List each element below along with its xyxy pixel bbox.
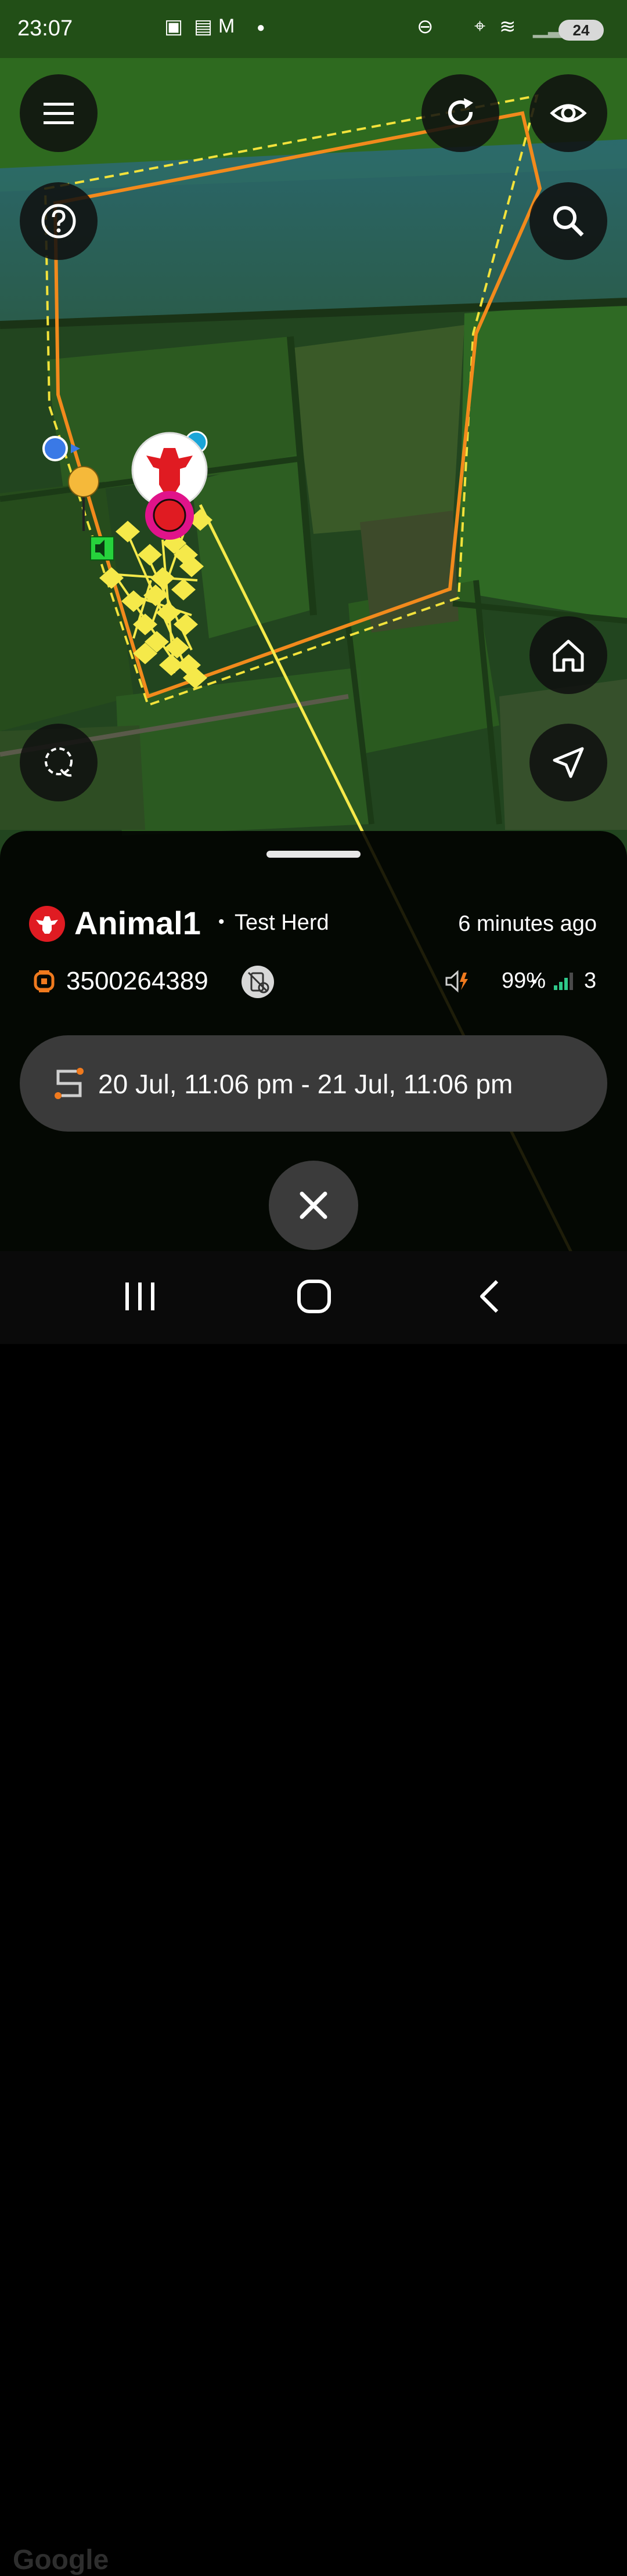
- home-nav-button[interactable]: [297, 1279, 331, 1314]
- signal-strength-icon: [553, 970, 576, 991]
- last-seen: 6 minutes ago: [458, 912, 597, 936]
- name-separator: •: [218, 912, 225, 931]
- gmail-icon: M: [218, 15, 235, 37]
- sound-charge-icon: [445, 969, 470, 993]
- battery-level: 24: [572, 21, 590, 39]
- eye-icon: [550, 104, 587, 122]
- cow-icon: [29, 906, 65, 942]
- close-button[interactable]: [269, 1161, 358, 1250]
- home-button[interactable]: [529, 616, 607, 694]
- status-bar: 23:07 ▣ ▤ M ● ⊖ ⌖ ≋ ▁▂▃ 24: [0, 0, 627, 58]
- visibility-button[interactable]: [529, 74, 607, 152]
- date-range-label: 20 Jul, 11:06 pm - 21 Jul, 11:06 pm: [98, 1069, 513, 1099]
- refresh-button[interactable]: [421, 74, 499, 152]
- device-icon: [33, 969, 56, 993]
- route-icon: [52, 1067, 86, 1100]
- device-unlink-icon[interactable]: [242, 966, 274, 998]
- lasso-select-button[interactable]: [20, 724, 98, 801]
- search-icon: [553, 206, 584, 237]
- status-time: 23:07: [17, 16, 73, 41]
- system-nav-bar: Google: [0, 1251, 627, 2575]
- lock-icon: ▤: [194, 16, 213, 38]
- user-location-dot: [42, 436, 68, 461]
- back-icon: [480, 1280, 499, 1313]
- home-nav-icon: [297, 1280, 331, 1313]
- sound-marker-icon[interactable]: [90, 536, 114, 561]
- wifi-icon: ≋: [499, 16, 516, 38]
- refresh-icon: [448, 98, 473, 125]
- dnd-icon: ⊖: [417, 16, 434, 38]
- home-icon: [553, 640, 584, 672]
- help-button[interactable]: [20, 182, 98, 260]
- recents-icon: [125, 1282, 154, 1310]
- sheet-drag-handle[interactable]: [266, 851, 361, 858]
- device-id: 3500264389: [66, 967, 208, 995]
- signal-separator: •: [532, 973, 538, 990]
- lasso-icon: [45, 747, 73, 777]
- search-button[interactable]: [529, 182, 607, 260]
- recents-button[interactable]: [124, 1280, 156, 1313]
- herd-name: Test Herd: [235, 911, 329, 935]
- menu-button[interactable]: [20, 74, 98, 152]
- animal-name: Animal1: [74, 905, 201, 941]
- signal-value: 3: [584, 969, 597, 993]
- location-icon: ⌖: [474, 15, 486, 37]
- back-button[interactable]: [477, 1279, 500, 1314]
- navigate-icon: [553, 747, 584, 778]
- menu-icon: [44, 103, 74, 124]
- date-range-button[interactable]: 20 Jul, 11:06 pm - 21 Jul, 11:06 pm: [20, 1035, 607, 1132]
- screenshot-icon: ▣: [164, 16, 183, 38]
- battery-percentage: 99%: [502, 969, 546, 993]
- close-icon: [300, 1191, 327, 1219]
- navigate-button[interactable]: [529, 724, 607, 801]
- google-watermark: Google: [13, 2545, 109, 2575]
- dot-icon: ●: [257, 20, 265, 35]
- help-icon: [41, 204, 76, 239]
- battery-icon: 24: [558, 20, 604, 41]
